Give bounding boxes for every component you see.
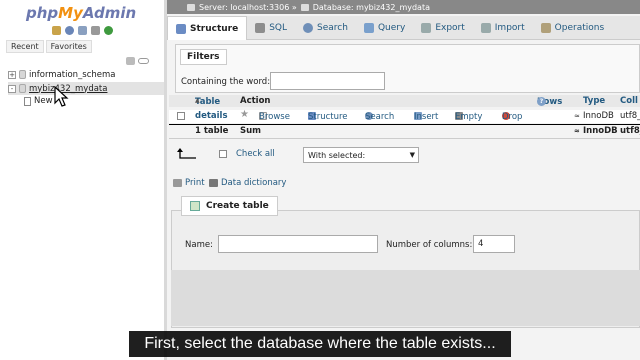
summary-engine: InnoDB (583, 126, 618, 136)
create-table-footer (171, 270, 640, 326)
column-header-type[interactable]: Type (583, 96, 605, 106)
main-tabs: Structure SQL Search Query Export Import… (167, 16, 640, 40)
filter-input[interactable] (270, 72, 385, 90)
arrow-up-left-icon (177, 148, 196, 159)
new-icon (24, 96, 31, 106)
number-of-columns-label: Number of columns: (386, 240, 473, 250)
tree-item-mybiz432-mydata[interactable]: - mybiz432_mydata (8, 82, 164, 95)
sql-icon (255, 23, 266, 33)
search-icon (303, 23, 314, 33)
tab-import[interactable]: Import (473, 16, 533, 40)
link-with-main-icon[interactable] (138, 58, 149, 64)
mouse-pointer-icon (54, 86, 69, 107)
reload-icon[interactable] (104, 26, 113, 35)
filters-fieldset: Filters Containing the word: (175, 44, 640, 93)
database-icon (19, 70, 26, 79)
main-panel: Server: localhost:3306 » Database: mybiz… (167, 0, 640, 360)
sort-ascending-icon: ▲ (195, 97, 200, 104)
collapse-all-icon[interactable] (126, 57, 135, 65)
database-icon (19, 84, 26, 93)
tab-operations[interactable]: Operations (533, 16, 612, 40)
table-engine: InnoDB (583, 111, 614, 121)
tree-controls (126, 57, 149, 65)
with-selected-dropdown[interactable]: With selected: ▼ (303, 147, 419, 163)
settings-icon[interactable] (91, 26, 100, 35)
table-name-input[interactable] (218, 235, 378, 253)
quick-links (52, 26, 113, 36)
recent-tab[interactable]: Recent (6, 40, 44, 53)
filters-label: Containing the word: (181, 77, 271, 87)
structure-icon (176, 23, 186, 34)
bulk-actions: Check all With selected: ▼ (177, 147, 637, 163)
breadcrumb-server[interactable]: Server: localhost:3306 » (199, 3, 297, 12)
row-checkbox[interactable] (177, 112, 185, 120)
table-name-label: Name: (185, 240, 213, 250)
help-icon[interactable]: ? (537, 97, 546, 106)
wrench-icon (540, 23, 551, 33)
expand-icon[interactable]: + (8, 70, 16, 79)
navigation-panel: phpMyAdmin Recent Favorites + informatio… (0, 0, 164, 360)
table-collation: utf8_ (620, 111, 640, 121)
number-of-columns-input[interactable]: 4 (473, 235, 515, 253)
tab-search[interactable]: Search (295, 16, 356, 40)
recent-favorites-tabs: Recent Favorites (6, 40, 92, 53)
tab-structure[interactable]: Structure (167, 16, 248, 40)
table-name-link[interactable]: details (195, 111, 228, 121)
phpmyadmin-logo[interactable]: phpMyAdmin (0, 2, 164, 24)
table-row: details ★ Browse Structure Search Insert… (169, 109, 640, 123)
home-icon[interactable] (52, 26, 61, 35)
summary-collation: utf8_ (620, 126, 640, 136)
column-header-action: Action (240, 96, 271, 106)
create-table-legend: Create table (181, 196, 278, 216)
tab-export[interactable]: Export (413, 16, 472, 40)
breadcrumb: Server: localhost:3306 » Database: mybiz… (167, 0, 640, 14)
summary-row-count: ≈ (574, 127, 580, 135)
summary-label: Sum (240, 126, 262, 136)
check-all-label[interactable]: Check all (236, 149, 275, 159)
collapse-icon[interactable]: - (8, 84, 16, 93)
column-header-collation[interactable]: Coll (620, 96, 638, 106)
print-link[interactable]: Print (173, 178, 205, 188)
tree-item-information-schema[interactable]: + information_schema (8, 68, 164, 81)
database-icon (300, 3, 309, 11)
tree-item-label[interactable]: information_schema (29, 70, 116, 80)
help-icon[interactable] (65, 26, 74, 35)
tab-query[interactable]: Query (356, 16, 413, 40)
table-footer-divider (169, 138, 640, 139)
dropdown-arrow-icon: ▼ (409, 151, 415, 159)
tree-item-label[interactable]: New (34, 96, 53, 106)
table-count: 1 table (195, 126, 229, 136)
data-dictionary-link[interactable]: Data dictionary (209, 178, 286, 188)
tab-sql[interactable]: SQL (247, 16, 295, 40)
video-subtitle: First, select the database where the tab… (129, 331, 511, 357)
summary-row: 1 table Sum ≈ InnoDB utf8_ (169, 125, 640, 138)
print-icon (173, 179, 182, 187)
breadcrumb-database[interactable]: Database: mybiz432_mydata (313, 3, 430, 12)
dictionary-icon (209, 179, 218, 187)
filters-legend: Filters (180, 49, 227, 65)
favorite-star-icon[interactable]: ★ (240, 109, 249, 120)
tree-item-new[interactable]: New (24, 95, 53, 107)
docs-icon[interactable] (78, 26, 87, 35)
query-icon (363, 23, 374, 33)
check-all-checkbox[interactable] (219, 150, 227, 158)
import-icon (480, 23, 491, 33)
server-icon (187, 3, 195, 11)
favorites-tab[interactable]: Favorites (45, 40, 92, 53)
table-header: Table ▲ Action Rows ? Type Coll (169, 95, 640, 107)
export-icon (421, 23, 432, 33)
row-count-approx: ≈ (574, 112, 580, 120)
create-table-icon (190, 201, 200, 211)
